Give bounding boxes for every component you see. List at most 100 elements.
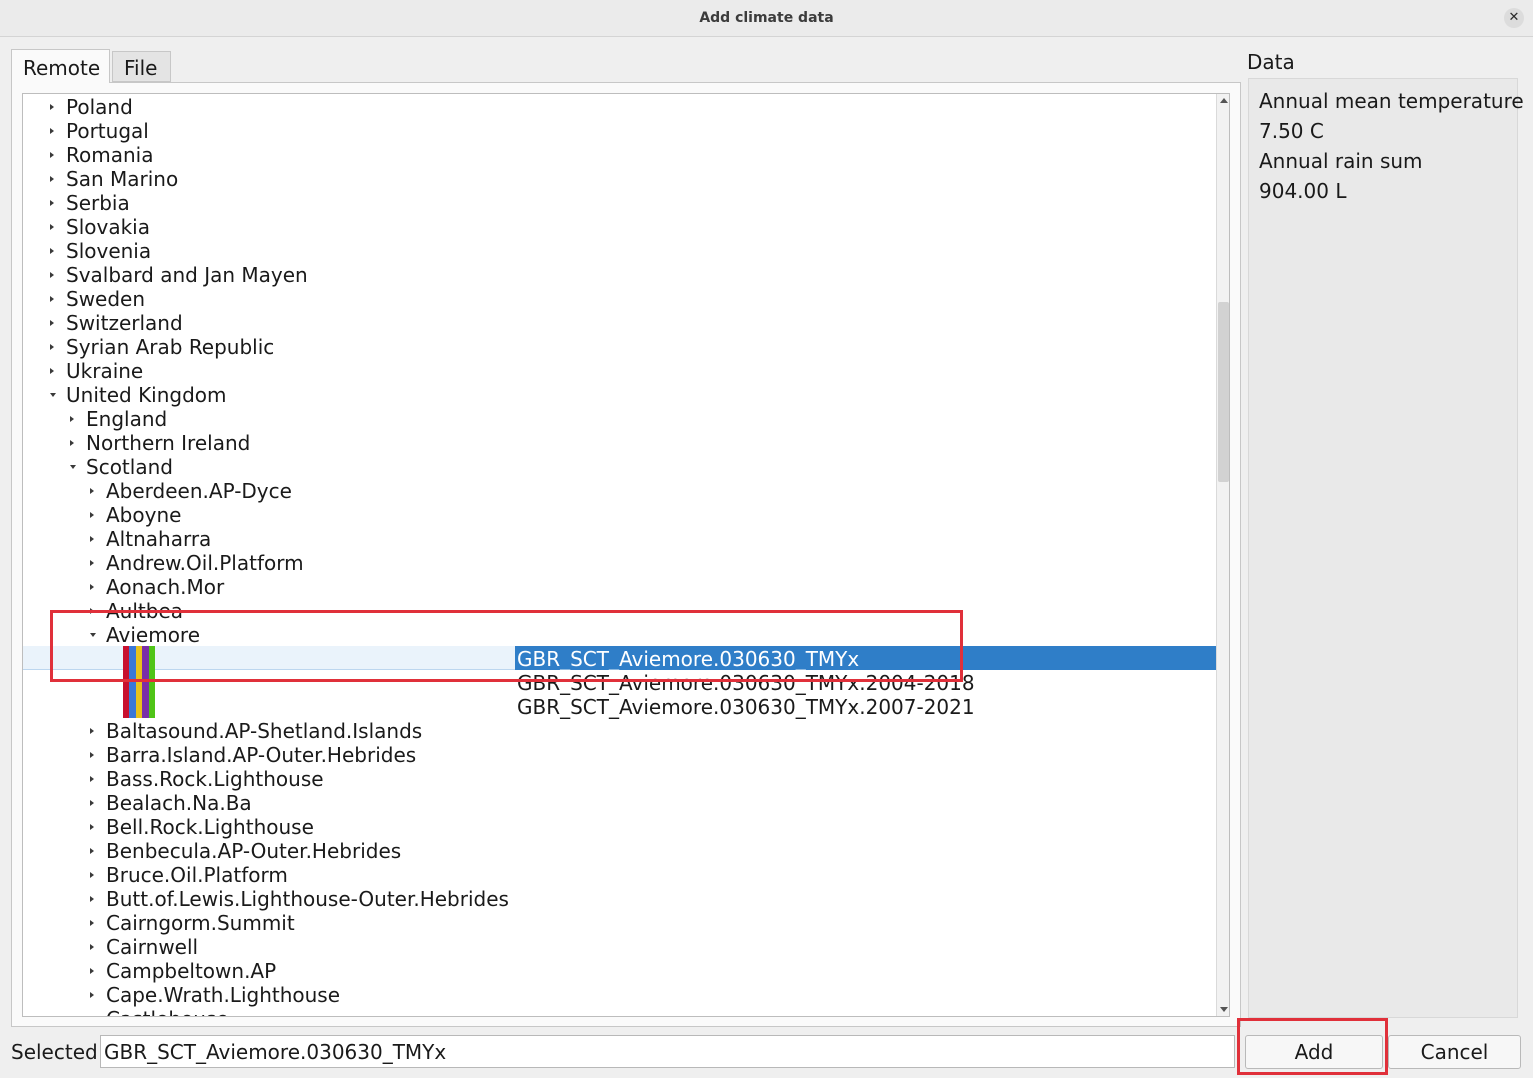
- tree-item-label: Aultbea: [106, 599, 184, 623]
- collapsed-arrow-icon[interactable]: [90, 967, 94, 974]
- collapsed-arrow-icon[interactable]: [90, 799, 94, 806]
- scroll-down-icon[interactable]: [1220, 1007, 1228, 1012]
- expanded-arrow-icon[interactable]: [50, 393, 56, 397]
- tree-item[interactable]: Slovenia: [23, 239, 1216, 263]
- collapsed-arrow-icon[interactable]: [90, 607, 94, 614]
- collapsed-arrow-icon[interactable]: [90, 775, 94, 782]
- expanded-arrow-icon[interactable]: [70, 465, 76, 469]
- tab-remote[interactable]: Remote: [11, 49, 110, 83]
- collapsed-arrow-icon[interactable]: [90, 943, 94, 950]
- tree-item[interactable]: San Marino: [23, 167, 1216, 191]
- tree-item-label: Aviemore: [106, 623, 201, 647]
- collapsed-arrow-icon[interactable]: [50, 367, 54, 374]
- collapsed-arrow-icon[interactable]: [50, 103, 54, 110]
- tree-item[interactable]: Aonach.Mor: [23, 575, 1216, 599]
- collapsed-arrow-icon[interactable]: [50, 247, 54, 254]
- tree-item[interactable]: England: [23, 407, 1216, 431]
- tree-item[interactable]: Barra.Island.AP-Outer.Hebrides: [23, 743, 1216, 767]
- tree-item[interactable]: Svalbard and Jan Mayen: [23, 263, 1216, 287]
- location-tree[interactable]: Poland Portugal Romania San Marino Serbia Slo…: [22, 93, 1230, 1017]
- tree-item-label: Campbeltown.AP: [106, 959, 277, 983]
- tree-item[interactable]: Sweden: [23, 287, 1216, 311]
- tree-item-label: Benbecula.AP-Outer.Hebrides: [106, 839, 402, 863]
- tree-item[interactable]: Andrew.Oil.Platform: [23, 551, 1216, 575]
- collapsed-arrow-icon[interactable]: [90, 991, 94, 998]
- cancel-button[interactable]: Cancel: [1388, 1035, 1521, 1069]
- collapsed-arrow-icon[interactable]: [90, 895, 94, 902]
- collapsed-arrow-icon[interactable]: [50, 151, 54, 158]
- collapsed-arrow-icon[interactable]: [90, 487, 94, 494]
- tree-item[interactable]: Castlehouse: [23, 1007, 1216, 1016]
- tree-item-label: Bruce.Oil.Platform: [106, 863, 288, 887]
- collapsed-arrow-icon[interactable]: [50, 319, 54, 326]
- tree-item[interactable]: Campbeltown.AP: [23, 959, 1216, 983]
- collapsed-arrow-icon[interactable]: [90, 823, 94, 830]
- tree-item-label: Bass.Rock.Lighthouse: [106, 767, 324, 791]
- tree-item[interactable]: Benbecula.AP-Outer.Hebrides: [23, 839, 1216, 863]
- tree-item[interactable]: Serbia: [23, 191, 1216, 215]
- collapsed-arrow-icon[interactable]: [90, 871, 94, 878]
- tree-item[interactable]: Aberdeen.AP-Dyce: [23, 479, 1216, 503]
- collapsed-arrow-icon[interactable]: [70, 439, 74, 446]
- collapsed-arrow-icon[interactable]: [70, 415, 74, 422]
- tree-item[interactable]: Aboyne: [23, 503, 1216, 527]
- tree-item[interactable]: Portugal: [23, 119, 1216, 143]
- scroll-up-icon[interactable]: [1220, 98, 1228, 103]
- tree-item[interactable]: Cairnwell: [23, 935, 1216, 959]
- tree-item[interactable]: Cairngorm.Summit: [23, 911, 1216, 935]
- collapsed-arrow-icon[interactable]: [90, 727, 94, 734]
- tree-item-label: Switzerland: [66, 311, 183, 335]
- collapsed-arrow-icon[interactable]: [50, 199, 54, 206]
- tree-item[interactable]: Bell.Rock.Lighthouse: [23, 815, 1216, 839]
- tree-item-label: Svalbard and Jan Mayen: [66, 263, 308, 287]
- tree-item[interactable]: Cape.Wrath.Lighthouse: [23, 983, 1216, 1007]
- tree-item[interactable]: Syrian Arab Republic: [23, 335, 1216, 359]
- climate-file-item[interactable]: GBR_SCT_Aviemore.030630_TMYx.2004-2018: [517, 671, 975, 695]
- collapsed-arrow-icon[interactable]: [50, 127, 54, 134]
- tree-item[interactable]: Romania: [23, 143, 1216, 167]
- collapsed-arrow-icon[interactable]: [90, 559, 94, 566]
- tree-scrollbar[interactable]: [1216, 94, 1229, 1016]
- collapsed-arrow-icon[interactable]: [90, 751, 94, 758]
- tree-item[interactable]: Butt.of.Lewis.Lighthouse-Outer.Hebrides: [23, 887, 1216, 911]
- tree-item[interactable]: Poland: [23, 95, 1216, 119]
- tree-item-label: Butt.of.Lewis.Lighthouse-Outer.Hebrides: [106, 887, 509, 911]
- selected-field[interactable]: GBR_SCT_Aviemore.030630_TMYx: [100, 1035, 1235, 1068]
- collapsed-arrow-icon[interactable]: [90, 847, 94, 854]
- close-icon[interactable]: ✕: [1504, 8, 1524, 28]
- tree-item[interactable]: Ukraine: [23, 359, 1216, 383]
- tree-item[interactable]: Baltasound.AP-Shetland.Islands: [23, 719, 1216, 743]
- tree-item-label: Bell.Rock.Lighthouse: [106, 815, 314, 839]
- tree-item[interactable]: Bruce.Oil.Platform: [23, 863, 1216, 887]
- tree-item[interactable]: Scotland: [23, 455, 1216, 479]
- expanded-arrow-icon[interactable]: [90, 633, 96, 637]
- tab-file[interactable]: File: [112, 51, 171, 82]
- climate-file-item[interactable]: GBR_SCT_Aviemore.030630_TMYx: [517, 647, 859, 671]
- collapsed-arrow-icon[interactable]: [90, 1015, 94, 1016]
- tree-item[interactable]: Bealach.Na.Ba: [23, 791, 1216, 815]
- tree-item-label: Portugal: [66, 119, 149, 143]
- tree-item[interactable]: Altnaharra: [23, 527, 1216, 551]
- scroll-thumb[interactable]: [1218, 302, 1229, 482]
- tree-item-label: Sweden: [66, 287, 146, 311]
- window-title: Add climate data: [699, 10, 834, 26]
- collapsed-arrow-icon[interactable]: [50, 295, 54, 302]
- collapsed-arrow-icon[interactable]: [50, 343, 54, 350]
- collapsed-arrow-icon[interactable]: [50, 223, 54, 230]
- tree-item[interactable]: Aviemore: [23, 623, 1216, 647]
- tree-item-label: Ukraine: [66, 359, 144, 383]
- collapsed-arrow-icon[interactable]: [50, 175, 54, 182]
- tree-item[interactable]: United Kingdom: [23, 383, 1216, 407]
- tree-item[interactable]: Slovakia: [23, 215, 1216, 239]
- collapsed-arrow-icon[interactable]: [90, 535, 94, 542]
- collapsed-arrow-icon[interactable]: [50, 271, 54, 278]
- tree-item[interactable]: Northern Ireland: [23, 431, 1216, 455]
- tree-item[interactable]: Bass.Rock.Lighthouse: [23, 767, 1216, 791]
- collapsed-arrow-icon[interactable]: [90, 919, 94, 926]
- collapsed-arrow-icon[interactable]: [90, 511, 94, 518]
- collapsed-arrow-icon[interactable]: [90, 583, 94, 590]
- add-button[interactable]: Add: [1245, 1035, 1383, 1069]
- tree-item[interactable]: Switzerland: [23, 311, 1216, 335]
- tree-item[interactable]: Aultbea: [23, 599, 1216, 623]
- climate-file-item[interactable]: GBR_SCT_Aviemore.030630_TMYx.2007-2021: [517, 695, 975, 719]
